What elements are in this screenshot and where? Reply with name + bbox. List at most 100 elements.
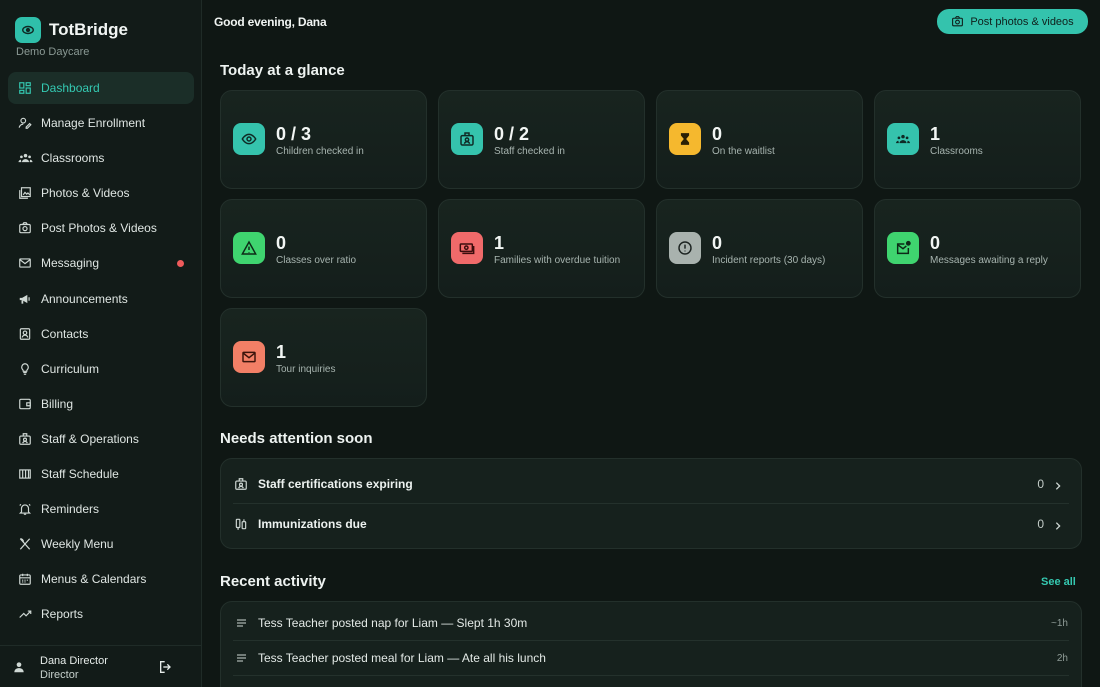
- activity-panel: Tess Teacher posted nap for Liam — Slept…: [220, 601, 1082, 687]
- stat-label: Staff checked in: [494, 146, 565, 157]
- brand-logo-icon: [15, 17, 41, 43]
- brand-subtitle: Demo Daycare: [16, 46, 90, 58]
- stat-card-staff[interactable]: 0 / 2 Staff checked in: [438, 90, 645, 189]
- sidebar-item-menus-calendars[interactable]: Menus & Calendars: [8, 563, 194, 595]
- user-icon: [12, 660, 26, 679]
- sidebar-item-weekly-menu[interactable]: Weekly Menu: [8, 528, 194, 560]
- divider: [233, 675, 1069, 676]
- sidebar-item-label: Weekly Menu: [41, 537, 114, 552]
- camera-icon: [951, 15, 964, 28]
- attention-row-certifications[interactable]: Staff certifications expiring 0: [221, 464, 1081, 504]
- stat-value: 1: [930, 124, 941, 144]
- text-lines-icon: [235, 617, 248, 629]
- attention-title: Needs attention soon: [220, 430, 373, 447]
- sidebar-item-label: Staff & Operations: [41, 431, 139, 446]
- stat-label: Children checked in: [276, 146, 364, 157]
- sidebar-item-label: Staff Schedule: [41, 467, 119, 482]
- sidebar-item-label: Post Photos & Videos: [41, 221, 157, 236]
- eye-icon: [233, 123, 265, 155]
- stat-card-overdue-tuition[interactable]: 1 Families with overdue tuition: [438, 199, 645, 298]
- sidebar-item-label: Dashboard: [41, 81, 100, 95]
- sidebar-item-dashboard[interactable]: Dashboard: [8, 72, 194, 104]
- trend-icon: [17, 606, 33, 622]
- sidebar-item-announcements[interactable]: Announcements: [8, 283, 194, 315]
- activity-item[interactable]: Tess Teacher posted meal for Liam — Ate …: [221, 641, 1081, 675]
- envelope-icon: [233, 341, 265, 373]
- logout-icon[interactable]: [158, 659, 174, 680]
- sidebar-item-label: Classrooms: [41, 151, 105, 166]
- calendar-icon: [17, 571, 33, 587]
- sidebar-item-post-photos-videos[interactable]: Post Photos & Videos: [8, 212, 194, 244]
- lightbulb-icon: [17, 361, 33, 377]
- stat-value: 0: [276, 233, 287, 253]
- sidebar-item-label: Photos & Videos: [41, 186, 130, 201]
- activity-item[interactable]: Tess Teacher posted nap for Liam — Slept…: [221, 606, 1081, 640]
- photos-icon: [17, 185, 33, 201]
- utensils-icon: [17, 536, 33, 552]
- sidebar-item-staff-operations[interactable]: Staff & Operations: [8, 423, 194, 455]
- sidebar-item-label: Curriculum: [41, 361, 100, 376]
- stat-label: Classrooms: [930, 146, 983, 157]
- activity-time: 2h: [1056, 652, 1068, 664]
- text-lines-icon: [235, 652, 248, 664]
- sidebar-item-curriculum[interactable]: Curriculum: [8, 353, 194, 385]
- stat-value: 0: [712, 124, 723, 144]
- stat-card-children[interactable]: 0 / 3 Children checked in: [220, 90, 427, 189]
- sidebar-item-label: Announcements: [41, 291, 128, 306]
- syringe-icon: [234, 517, 250, 531]
- megaphone-icon: [17, 291, 33, 307]
- mail-icon: [17, 255, 33, 271]
- sidebar-item-billing[interactable]: Billing: [8, 388, 194, 420]
- sidebar-item-label: Messaging: [41, 256, 100, 271]
- sidebar-item-messaging[interactable]: Messaging: [8, 247, 194, 279]
- stat-value: 0: [712, 233, 723, 253]
- chevron-right-icon: [1053, 518, 1063, 536]
- user-profile[interactable]: Dana Director Director: [0, 645, 201, 687]
- group-icon: [887, 123, 919, 155]
- unread-badge: [177, 260, 184, 268]
- sidebar-item-reminders[interactable]: Reminders: [8, 493, 194, 525]
- id-badge-icon: [451, 123, 483, 155]
- contacts-icon: [17, 326, 33, 342]
- stat-value: 0: [930, 233, 941, 253]
- sidebar-item-manage-enrollment[interactable]: Manage Enrollment: [8, 107, 194, 139]
- activity-time: ~1h: [1051, 617, 1068, 629]
- stat-label: On the waitlist: [712, 146, 775, 157]
- sidebar: TotBridge Demo Daycare Dashboard Manage …: [0, 0, 202, 687]
- stat-card-incident-reports[interactable]: 0 Incident reports (30 days): [656, 199, 863, 298]
- sidebar-item-staff-schedule[interactable]: Staff Schedule: [8, 458, 194, 490]
- sidebar-item-photos-videos[interactable]: Photos & Videos: [8, 177, 194, 209]
- attention-row-immunizations[interactable]: Immunizations due 0: [221, 504, 1081, 544]
- mail-open-icon: [887, 232, 919, 264]
- stat-label: Families with overdue tuition: [494, 255, 621, 266]
- stat-label: Tour inquiries: [276, 364, 336, 375]
- stat-card-waitlist[interactable]: 0 On the waitlist: [656, 90, 863, 189]
- stat-label: Classes over ratio: [276, 255, 357, 266]
- post-photos-button[interactable]: Post photos & videos: [937, 9, 1088, 34]
- warning-icon: [233, 232, 265, 264]
- stat-card-messages-awaiting[interactable]: 0 Messages awaiting a reply: [874, 199, 1081, 298]
- user-name: Dana Director: [40, 655, 108, 667]
- enrollment-icon: [17, 115, 33, 131]
- sidebar-item-reports[interactable]: Reports: [8, 598, 194, 630]
- stat-card-tour-inquiries[interactable]: 1 Tour inquiries: [220, 308, 427, 407]
- cash-icon: [451, 232, 483, 264]
- camera-icon: [17, 220, 33, 236]
- stat-value: 0 / 3: [276, 124, 312, 144]
- see-all-link[interactable]: See all: [1041, 576, 1076, 588]
- certificate-icon: [234, 477, 250, 491]
- brand-name: TotBridge: [49, 20, 129, 39]
- glance-title: Today at a glance: [220, 62, 345, 79]
- hourglass-icon: [669, 123, 701, 155]
- stat-card-over-ratio[interactable]: 0 Classes over ratio: [220, 199, 427, 298]
- brand[interactable]: TotBridge: [15, 17, 128, 43]
- activity-text: Tess Teacher posted nap for Liam — Slept…: [258, 616, 528, 630]
- attention-count: 0: [1037, 517, 1044, 531]
- sidebar-item-label: Menus & Calendars: [41, 572, 147, 587]
- sidebar-item-contacts[interactable]: Contacts: [8, 318, 194, 350]
- sidebar-item-classrooms[interactable]: Classrooms: [8, 142, 194, 174]
- post-photos-label: Post photos & videos: [970, 15, 1074, 28]
- stat-value: 1: [494, 233, 505, 253]
- wallet-icon: [17, 396, 33, 412]
- stat-card-classrooms[interactable]: 1 Classrooms: [874, 90, 1081, 189]
